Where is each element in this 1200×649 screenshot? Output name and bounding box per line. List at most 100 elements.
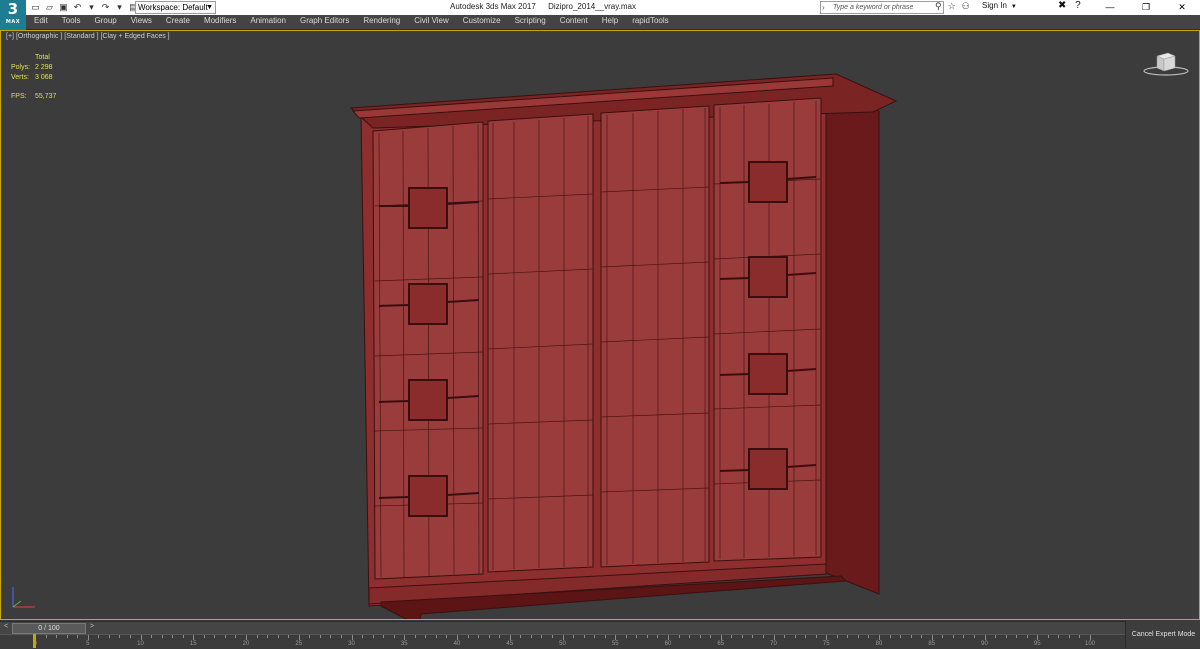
help-icon[interactable]: ? <box>1075 0 1081 11</box>
track-bar[interactable]: 0510152025303540455055606570758085909510… <box>0 634 1125 649</box>
app-menu-logo[interactable]: 3 MAX <box>0 0 26 30</box>
current-frame-marker[interactable] <box>33 634 36 648</box>
menu-help[interactable]: Help <box>602 16 618 25</box>
menu-rapidtools[interactable]: rapidTools <box>632 16 668 25</box>
menu-views[interactable]: Views <box>131 16 152 25</box>
ruler-tick <box>193 635 195 640</box>
minimize-icon[interactable]: — <box>1092 0 1128 14</box>
star-icon[interactable]: ☆ <box>948 1 956 12</box>
menu-group[interactable]: Group <box>94 16 116 25</box>
wardrobe-model[interactable] <box>341 51 901 620</box>
ruler-tick <box>119 635 121 638</box>
ruler-tick <box>277 635 279 638</box>
ruler-label: 55 <box>611 641 619 647</box>
ruler-tick <box>393 635 395 638</box>
ruler-tick <box>752 635 754 638</box>
time-slider[interactable]: 0 / 100 <box>12 623 86 634</box>
menu-animation[interactable]: Animation <box>250 16 286 25</box>
ruler-tick <box>182 635 184 638</box>
binoculars-icon[interactable]: ⚲ <box>935 1 942 12</box>
ruler-tick <box>594 635 596 638</box>
ruler-label: 30 <box>348 641 355 647</box>
ruler-tick <box>741 635 743 638</box>
menu-create[interactable]: Create <box>166 16 190 25</box>
ruler-label: 10 <box>137 641 144 647</box>
open-file-icon[interactable]: ▱ <box>44 2 55 13</box>
infocenter-icons: ⚲ ☆ ⚇ <box>935 1 970 12</box>
viewcube[interactable] <box>1141 49 1191 79</box>
save-icon[interactable]: ▣ <box>58 2 69 13</box>
ruler-tick <box>488 635 490 638</box>
ruler-tick <box>583 635 585 638</box>
ruler-tick <box>868 635 870 638</box>
ruler-tick <box>256 635 258 638</box>
cancel-expert-mode-button[interactable]: Cancel Expert Mode <box>1125 621 1200 648</box>
viewport-pov-menu[interactable]: [Orthographic ] <box>16 33 62 40</box>
ruler-tick <box>731 635 733 638</box>
next-frame-button[interactable]: > <box>90 623 94 630</box>
undo-dropdown-icon[interactable]: ▾ <box>86 2 97 13</box>
viewport-plus-menu[interactable]: [+] <box>6 33 14 40</box>
ruler-tick <box>805 635 807 638</box>
viewport-shading-menu[interactable]: [Clay + Edged Faces ] <box>101 33 170 40</box>
workspace-label: Workspace: Default <box>138 3 208 12</box>
perspective-viewport[interactable]: [+] [Orthographic ] [Standard ] [Clay + Edg… <box>0 30 1200 620</box>
stats-total-label: Total <box>35 54 50 61</box>
ruler-label: 15 <box>189 641 197 647</box>
user-icon[interactable]: ⚇ <box>962 1 970 12</box>
workspace-dropdown[interactable]: Workspace: Default ▼ <box>135 1 216 14</box>
time-slider-label: 0 / 100 <box>38 625 60 632</box>
ruler-tick <box>414 635 416 638</box>
search-input[interactable]: › Type a keyword or phrase <box>820 1 944 14</box>
ruler-label: 95 <box>1033 641 1041 647</box>
menu-civil-view[interactable]: Civil View <box>414 16 449 25</box>
ruler-tick <box>1026 635 1028 638</box>
search-dropdown-icon: › <box>822 3 825 12</box>
ruler-tick <box>1047 635 1049 638</box>
viewport-label[interactable]: [+] [Orthographic ] [Standard ] [Clay + Edg… <box>6 33 172 40</box>
ruler-tick <box>984 635 986 640</box>
restore-icon[interactable]: ❐ <box>1128 0 1164 14</box>
redo-dropdown-icon[interactable]: ▾ <box>114 2 125 13</box>
prev-frame-button[interactable]: < <box>4 623 8 630</box>
menu-edit[interactable]: Edit <box>34 16 48 25</box>
ruler-tick <box>636 635 638 638</box>
menu-rendering[interactable]: Rendering <box>363 16 400 25</box>
sign-in-button[interactable]: Sign In ▼ <box>982 1 1017 10</box>
ruler-tick <box>668 635 669 640</box>
menu-scripting[interactable]: Scripting <box>515 16 546 25</box>
ruler-label: 80 <box>875 641 883 647</box>
sign-in-label: Sign In <box>982 1 1007 10</box>
ruler-tick <box>56 635 58 638</box>
viewport-standard-menu[interactable]: [Standard ] <box>64 33 98 40</box>
menu-content[interactable]: Content <box>560 16 588 25</box>
menu-customize[interactable]: Customize <box>463 16 501 25</box>
ruler-label: 40 <box>453 641 461 647</box>
ruler-tick <box>129 635 131 638</box>
menu-graph-editors[interactable]: Graph Editors <box>300 16 349 25</box>
ruler-tick <box>942 635 944 638</box>
ruler-tick <box>267 635 269 638</box>
ruler-label: 85 <box>928 641 936 647</box>
ruler-tick <box>604 635 606 638</box>
ruler-tick <box>541 635 543 638</box>
stats-polys-value: 2 298 <box>35 64 53 71</box>
ruler-tick <box>1090 635 1091 640</box>
ruler-tick <box>1079 635 1081 638</box>
ruler-tick <box>1068 635 1070 638</box>
ruler-tick <box>794 635 796 638</box>
ruler-tick <box>151 635 153 638</box>
undo-icon[interactable]: ↶ <box>72 2 83 13</box>
menu-modifiers[interactable]: Modifiers <box>204 16 236 25</box>
menu-tools[interactable]: Tools <box>62 16 81 25</box>
exchange-icon[interactable]: ✖ <box>1058 0 1066 11</box>
close-icon[interactable]: ✕ <box>1164 0 1200 14</box>
ruler-tick <box>340 635 342 638</box>
time-slider-bar: < 0 / 100 > <box>0 621 1200 634</box>
new-file-icon[interactable]: ▭ <box>30 2 41 13</box>
ruler-tick <box>857 635 859 638</box>
ruler-tick <box>172 635 174 638</box>
ruler-tick <box>372 635 374 638</box>
redo-icon[interactable]: ↷ <box>100 2 111 13</box>
ruler-tick <box>383 635 385 638</box>
